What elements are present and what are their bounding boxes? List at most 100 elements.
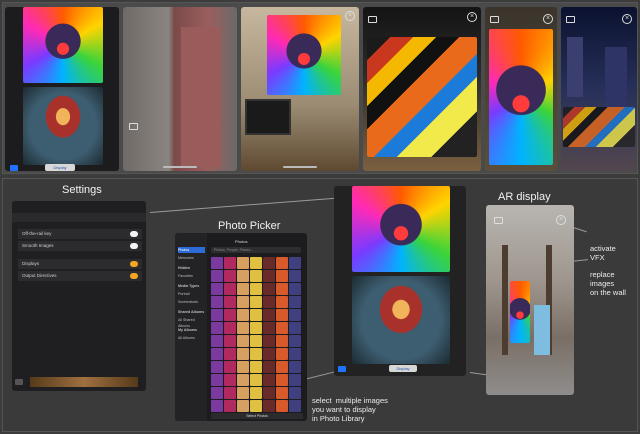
photo-thumbnail[interactable] [276,322,288,334]
photo-thumbnail[interactable] [263,296,275,308]
photo-thumbnail[interactable] [289,374,301,386]
photo-thumbnail[interactable] [250,387,262,399]
photo-thumbnail[interactable] [289,361,301,373]
photo-thumbnail[interactable] [250,361,262,373]
photo-thumbnail[interactable] [276,283,288,295]
photo-thumbnail[interactable] [211,387,223,399]
photo-library-icon[interactable] [338,366,346,372]
photo-thumbnail[interactable] [263,387,275,399]
close-icon[interactable]: × [556,215,566,225]
photo-thumbnail[interactable] [237,335,249,347]
photo-thumbnail[interactable] [237,296,249,308]
photo-thumbnail[interactable] [250,348,262,360]
photo-thumbnail[interactable] [211,296,223,308]
photo-thumbnail[interactable] [224,348,236,360]
photo-thumbnail[interactable] [276,348,288,360]
settings-row[interactable]: Off-the-rail key [18,229,142,239]
sidebar-item-all-albums[interactable]: All Albums [178,335,205,341]
photo-thumbnail[interactable] [224,257,236,269]
photo-thumbnail[interactable] [211,348,223,360]
settings-row[interactable]: Output Directives [18,271,142,281]
photo-thumbnail[interactable] [276,270,288,282]
back-icon[interactable] [15,379,23,385]
photo-thumbnail[interactable] [276,257,288,269]
photo-thumbnail[interactable] [211,283,223,295]
photo-thumbnail[interactable] [263,322,275,334]
photo-thumbnail[interactable] [224,387,236,399]
photo-thumbnail[interactable] [276,387,288,399]
photo-thumbnail[interactable] [224,361,236,373]
close-icon[interactable]: × [467,12,477,22]
gallery-icon[interactable] [566,16,575,23]
photo-thumbnail[interactable] [289,400,301,412]
display-button[interactable]: Display [389,365,417,372]
photo-thumbnail[interactable] [237,270,249,282]
photo-thumbnail[interactable] [263,257,275,269]
photo-thumbnail[interactable] [250,257,262,269]
photo-thumbnail[interactable] [263,374,275,386]
sidebar-item-screenshots[interactable]: Screenshots [178,299,205,305]
photo-thumbnail[interactable] [289,387,301,399]
photo-thumbnail[interactable] [237,309,249,321]
photo-thumbnail[interactable] [289,296,301,308]
photo-thumbnail[interactable] [276,361,288,373]
close-icon[interactable]: × [622,14,632,24]
photo-thumbnail[interactable] [289,283,301,295]
toggle-switch[interactable] [130,231,138,237]
photo-thumbnail[interactable] [289,309,301,321]
close-icon[interactable]: × [345,11,355,21]
photo-thumbnail[interactable] [224,322,236,334]
photo-thumbnail[interactable] [276,309,288,321]
photo-thumbnail[interactable] [224,309,236,321]
photo-thumbnail[interactable] [263,309,275,321]
photo-thumbnail[interactable] [263,270,275,282]
photo-thumbnail[interactable] [211,361,223,373]
gallery-icon[interactable] [368,16,377,23]
photo-thumbnail[interactable] [237,387,249,399]
photo-thumbnail[interactable] [289,270,301,282]
toggle-switch[interactable] [130,243,138,249]
photo-thumbnail[interactable] [211,335,223,347]
photo-thumbnail[interactable] [250,335,262,347]
toggle-switch[interactable] [130,273,138,279]
photo-thumbnail[interactable] [289,348,301,360]
photo-thumbnail[interactable] [250,296,262,308]
photo-thumbnail[interactable] [211,322,223,334]
photo-thumbnail[interactable] [237,348,249,360]
photo-thumbnail[interactable] [237,361,249,373]
photo-thumbnail[interactable] [263,361,275,373]
settings-row[interactable]: Smooth Images [18,241,142,251]
toggle-switch[interactable] [130,261,138,267]
photo-thumbnail[interactable] [250,322,262,334]
photo-thumbnail[interactable] [276,374,288,386]
photo-thumbnail[interactable] [224,283,236,295]
sidebar-item-memories[interactable]: Memories [178,255,205,261]
photo-thumbnail[interactable] [250,309,262,321]
photo-thumbnail[interactable] [237,257,249,269]
photo-thumbnail[interactable] [263,400,275,412]
photo-thumbnail[interactable] [250,283,262,295]
photo-thumbnail[interactable] [224,335,236,347]
photo-thumbnail[interactable] [263,283,275,295]
photo-thumbnail[interactable] [276,335,288,347]
photo-thumbnail[interactable] [224,400,236,412]
close-icon[interactable]: × [543,14,553,24]
sidebar-item-favorites[interactable]: Favorites [178,273,205,279]
photo-thumbnail[interactable] [250,270,262,282]
photo-thumbnail[interactable] [237,322,249,334]
photo-thumbnail[interactable] [224,374,236,386]
photo-thumbnail[interactable] [276,296,288,308]
photo-thumbnail[interactable] [289,257,301,269]
photo-thumbnail[interactable] [237,374,249,386]
photo-thumbnail[interactable] [289,322,301,334]
photo-thumbnail[interactable] [237,400,249,412]
picker-search-input[interactable]: Photos, People, Places... [211,247,301,253]
photo-thumbnail[interactable] [289,335,301,347]
photo-thumbnail[interactable] [224,296,236,308]
photo-thumbnail[interactable] [211,374,223,386]
photo-thumbnail[interactable] [237,283,249,295]
photo-thumbnail[interactable] [211,257,223,269]
gallery-icon[interactable] [490,16,499,23]
settings-row[interactable]: Displays [18,259,142,269]
photo-thumbnail[interactable] [211,309,223,321]
